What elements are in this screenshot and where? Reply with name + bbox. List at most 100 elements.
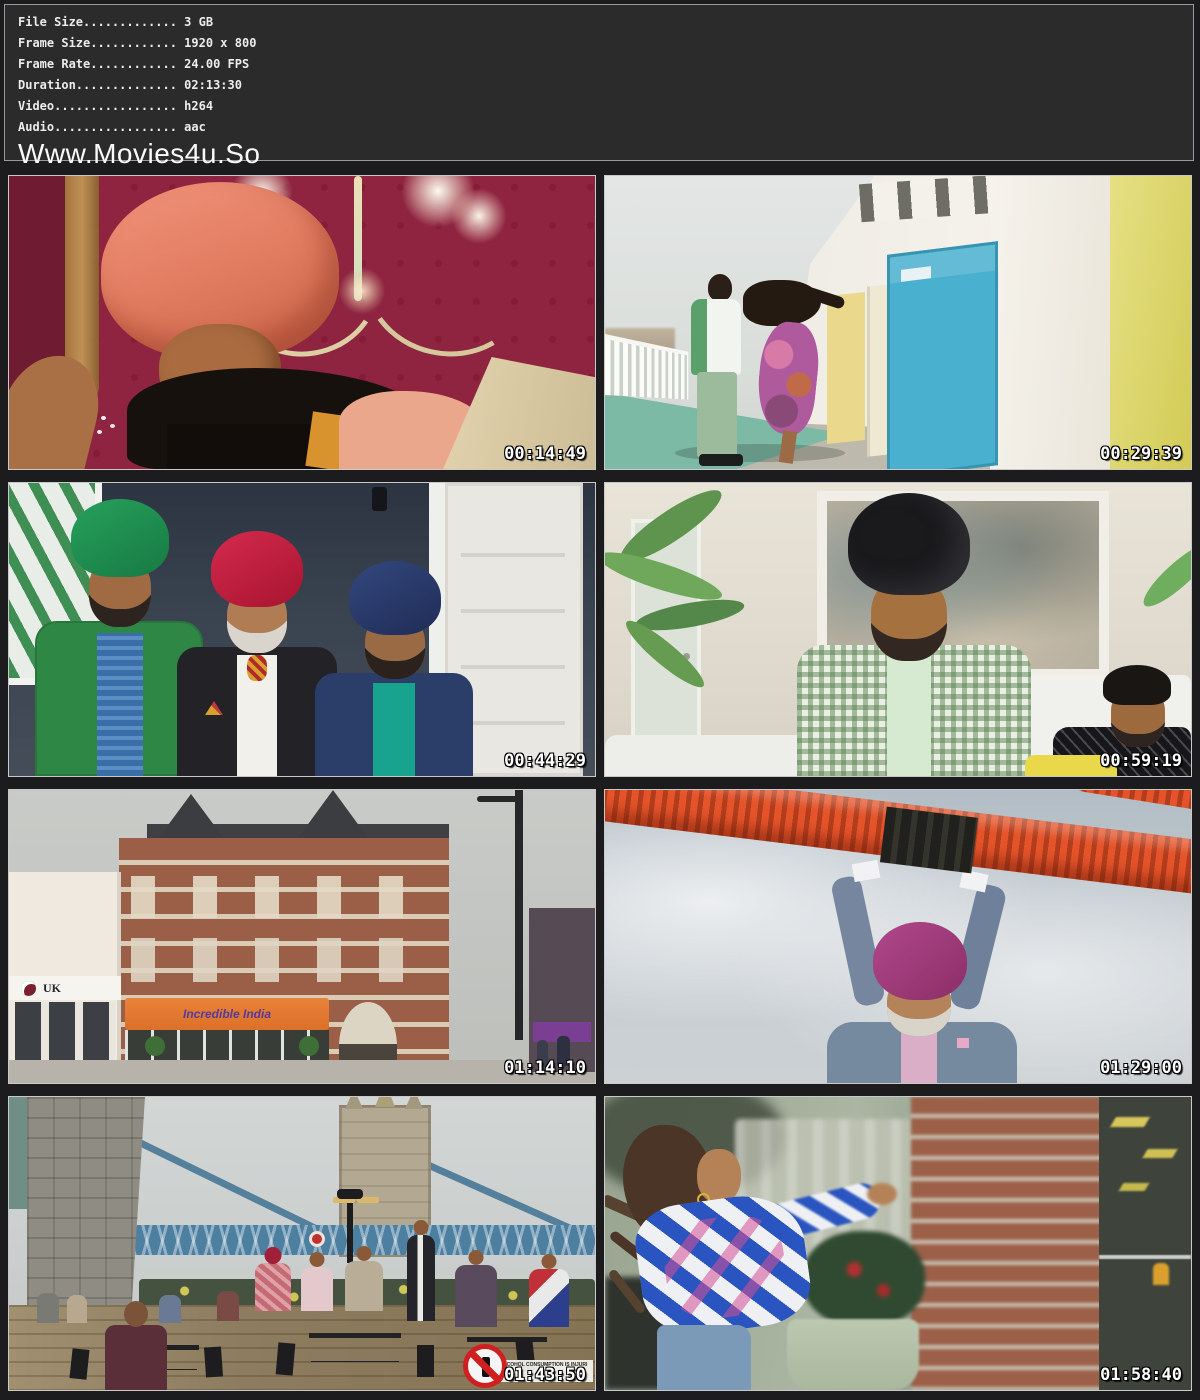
timestamp-overlay: 00:44:29: [504, 751, 586, 771]
cafe-table: [467, 1337, 547, 1342]
background-diner: [159, 1295, 181, 1323]
roof-gable: [157, 794, 225, 840]
tower-pinnacle: [405, 1096, 423, 1109]
screenshot-2: 00:29:39: [604, 175, 1192, 470]
screenshot-7: ALCOHOL CONSUMPTION IS INJURI 01:43:50: [8, 1096, 596, 1391]
info-line-frame-size: Frame Size............ 1920 x 800: [18, 33, 1193, 54]
lamp-post-arm: [477, 796, 523, 802]
cafe-table: [309, 1333, 401, 1338]
purple-turban: [873, 922, 967, 1000]
window-row: [131, 876, 437, 918]
man-colorful-jacket: [529, 1269, 569, 1327]
background-diner: [37, 1293, 59, 1323]
yellow-door-right: [1110, 176, 1191, 469]
man2-red-turban: [211, 531, 303, 607]
shirt-cuff: [852, 860, 881, 882]
cafe-chair: [204, 1346, 223, 1377]
blurred-brick-pillar: [911, 1097, 1103, 1390]
woman-pink: [301, 1267, 333, 1311]
hand: [867, 1183, 897, 1205]
screenshot-5: UK Incredible India 01:14:10: [8, 789, 596, 1084]
figure-in-window: [1153, 1263, 1169, 1285]
man-maroon-shirt: [105, 1325, 167, 1390]
timestamp-overlay: 00:29:39: [1100, 444, 1182, 464]
white-pillar: [990, 176, 1112, 469]
site-watermark: Www.Movies4u.So: [18, 138, 1193, 169]
door-panels: [461, 501, 565, 751]
man3-teal-shirt: [373, 683, 415, 776]
background-diner: [217, 1291, 239, 1321]
white-balustrade: [605, 334, 688, 399]
man-beige-hoodie: [345, 1261, 383, 1311]
street-lamp-post: [515, 790, 523, 1040]
ornate-lamp-post: [347, 1193, 353, 1263]
window-row: [131, 938, 437, 982]
timestamp-overlay: 01:43:50: [504, 1365, 586, 1385]
man3-navy-turban: [349, 561, 441, 635]
roof-gable: [295, 790, 371, 842]
cafe-chair: [417, 1345, 434, 1377]
page: File Size............. 3 GB Frame Size..…: [0, 0, 1200, 1400]
stone-pier: [27, 1097, 145, 1319]
man1-green-turban: [71, 499, 169, 577]
white-sofa-arm: [605, 735, 825, 776]
screenshot-6: 01:29:00: [604, 789, 1192, 1084]
cafe-chair: [69, 1348, 89, 1380]
ceiling-light-reflection: [1110, 1117, 1150, 1127]
timestamp-overlay: 01:58:40: [1100, 1365, 1182, 1385]
tower-pinnacle: [375, 1096, 395, 1107]
man-head: [708, 274, 732, 301]
blue-jeans: [657, 1325, 751, 1390]
pink-shirt: [901, 1028, 937, 1083]
orange-pipe-upper: [1063, 789, 1192, 823]
no-alcohol-icon: [463, 1344, 507, 1388]
man2-cravat: [247, 655, 267, 681]
man1-black-turban: [848, 493, 970, 595]
metal-railing: [1099, 1255, 1191, 1259]
man2-hair: [1103, 665, 1171, 705]
topiary-tree: [145, 1036, 165, 1056]
screenshot-grid: 00:14:49 00:29:39: [8, 175, 1192, 1391]
sage-green-planter: [787, 1319, 919, 1390]
tower-pinnacle: [345, 1096, 363, 1109]
info-line-frame-rate: Frame Rate............ 24.00 FPS: [18, 54, 1193, 75]
crystal-glow: [339, 268, 385, 314]
incredible-india-sign: Incredible India: [125, 998, 329, 1030]
ceiling-light-reflection: [1119, 1183, 1150, 1191]
left-arm: [830, 874, 886, 1007]
shop-logo: [21, 981, 36, 996]
info-line-file-size: File Size............. 3 GB: [18, 12, 1193, 33]
timestamp-overlay: 01:14:10: [504, 1058, 586, 1078]
background-diner: [67, 1295, 87, 1323]
bridge-cable: [117, 1129, 331, 1238]
screenshot-8: 01:58:40: [604, 1096, 1192, 1391]
plant-leaf-right: [1137, 536, 1192, 614]
candle-glow: [451, 188, 507, 244]
man-red-turban: [255, 1263, 291, 1311]
shirt-cuff: [959, 869, 988, 892]
man-sneakers: [699, 454, 743, 466]
man1-blue-shirt: [97, 633, 143, 776]
man1-mint-shirt: [887, 653, 931, 776]
yellow-door: [827, 292, 865, 444]
info-line-video: Video................. h264: [18, 96, 1193, 117]
screenshot-1: 00:14:49: [8, 175, 596, 470]
info-line-duration: Duration.............. 02:13:30: [18, 75, 1193, 96]
topiary-tree: [299, 1036, 319, 1056]
woman-floral-dress: [455, 1265, 497, 1327]
timestamp-overlay: 01:29:00: [1100, 1058, 1182, 1078]
pipe-black-band: [880, 807, 978, 874]
red-flower-plant: [803, 1231, 925, 1327]
screenshot-4: 00:59:19: [604, 482, 1192, 777]
pocket-square: [957, 1038, 969, 1048]
waiter-black-vest: [407, 1235, 435, 1321]
man-tracksuit: [691, 299, 741, 375]
timestamp-overlay: 00:59:19: [1100, 751, 1182, 771]
lamp-head: [337, 1189, 363, 1199]
timestamp-overlay: 00:14:49: [504, 444, 586, 464]
info-line-audio: Audio................. aac: [18, 117, 1193, 138]
bridge-roundel: [309, 1231, 325, 1247]
screenshot-3: 00:44:29: [8, 482, 596, 777]
cafe-chair: [276, 1342, 296, 1375]
dark-window: [1099, 1097, 1191, 1390]
